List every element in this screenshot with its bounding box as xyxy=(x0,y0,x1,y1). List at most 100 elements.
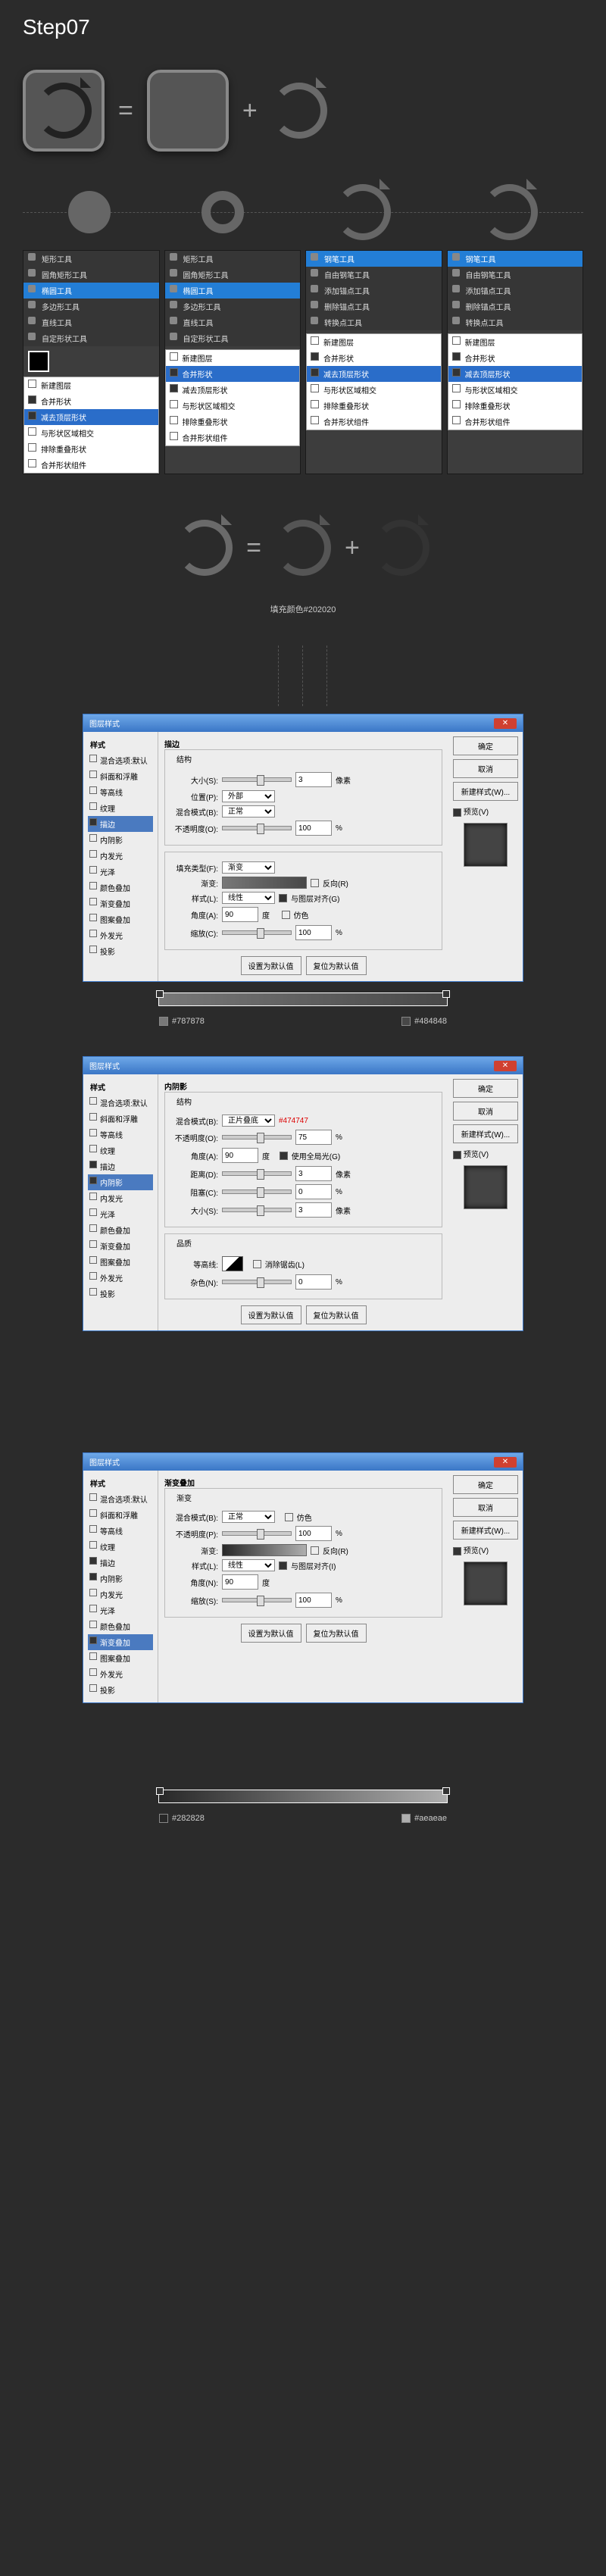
sidebar-item[interactable]: 渐变叠加 xyxy=(88,896,153,911)
dither-checkbox[interactable] xyxy=(282,911,290,919)
sidebar-item[interactable]: 颜色叠加 xyxy=(88,880,153,896)
sidebar-item[interactable]: 外发光 xyxy=(88,1270,153,1286)
close-icon[interactable]: ✕ xyxy=(494,1061,517,1071)
new-style-button[interactable]: 新建样式(W)... xyxy=(453,1521,518,1540)
sidebar-item[interactable]: 内发光 xyxy=(88,848,153,864)
opacity-slider[interactable] xyxy=(222,826,292,830)
preview-checkbox[interactable] xyxy=(453,1151,461,1159)
tool-item[interactable]: 转换点工具 xyxy=(306,314,442,330)
tool-item[interactable]: 矩形工具 xyxy=(165,251,301,267)
sidebar-item[interactable]: 投影 xyxy=(88,943,153,959)
reset-default-button[interactable]: 复位为默认值 xyxy=(306,1305,367,1324)
menu-item[interactable]: 与形状区域相交 xyxy=(24,425,158,441)
tool-item[interactable]: 钢笔工具 xyxy=(448,251,583,267)
menu-item[interactable]: 减去顶层形状 xyxy=(24,409,158,425)
sidebar-item[interactable]: 混合选项:默认 xyxy=(88,1095,153,1111)
sidebar-item[interactable]: 投影 xyxy=(88,1682,153,1698)
tool-item[interactable]: 矩形工具 xyxy=(23,251,159,267)
tool-item[interactable]: 添加锚点工具 xyxy=(306,283,442,299)
blend-select[interactable]: 正常 xyxy=(222,805,275,818)
sidebar-item[interactable]: 渐变叠加 xyxy=(88,1238,153,1254)
sidebar-item[interactable]: 光泽 xyxy=(88,1602,153,1618)
tool-item[interactable]: 多边形工具 xyxy=(23,299,159,314)
size-input[interactable] xyxy=(295,1202,332,1218)
tool-item[interactable]: 自由钢笔工具 xyxy=(306,267,442,283)
sidebar-item[interactable]: 渐变叠加 xyxy=(88,1634,153,1650)
spread-input[interactable] xyxy=(295,1184,332,1199)
tool-item[interactable]: 直线工具 xyxy=(165,314,301,330)
menu-item[interactable]: 合并形状组件 xyxy=(24,457,158,473)
cancel-button[interactable]: 取消 xyxy=(453,759,518,778)
opacity-slider[interactable] xyxy=(222,1531,292,1536)
sidebar-item[interactable]: 外发光 xyxy=(88,1666,153,1682)
scale-input[interactable] xyxy=(295,1593,332,1608)
scale-slider[interactable] xyxy=(222,1598,292,1602)
tool-item[interactable]: 自由钢笔工具 xyxy=(448,267,583,283)
menu-item[interactable]: 合并形状 xyxy=(24,393,158,409)
ok-button[interactable]: 确定 xyxy=(453,1475,518,1494)
tool-item[interactable]: 添加锚点工具 xyxy=(448,283,583,299)
menu-item[interactable]: 减去顶层形状 xyxy=(166,382,300,398)
set-default-button[interactable]: 设置为默认值 xyxy=(241,956,301,975)
opacity-slider[interactable] xyxy=(222,1135,292,1140)
scale-slider[interactable] xyxy=(222,930,292,935)
menu-item[interactable]: 新建图层 xyxy=(24,377,158,393)
dialog-titlebar[interactable]: 图层样式✕ xyxy=(83,714,523,732)
sidebar-item[interactable]: 光泽 xyxy=(88,864,153,880)
tool-item[interactable]: 转换点工具 xyxy=(448,314,583,330)
sidebar-item[interactable]: 纹理 xyxy=(88,1143,153,1158)
sidebar-item[interactable]: 颜色叠加 xyxy=(88,1222,153,1238)
menu-item[interactable]: 排除重叠形状 xyxy=(448,398,583,414)
sidebar-item[interactable]: 光泽 xyxy=(88,1206,153,1222)
menu-item[interactable]: 排除重叠形状 xyxy=(24,441,158,457)
sidebar-item[interactable]: 内阴影 xyxy=(88,832,153,848)
menu-item[interactable]: 减去顶层形状 xyxy=(448,366,583,382)
sidebar-item[interactable]: 描边 xyxy=(88,1158,153,1174)
sidebar-item[interactable]: 图案叠加 xyxy=(88,1650,153,1666)
preview-checkbox[interactable] xyxy=(453,1547,461,1555)
menu-item[interactable]: 与形状区域相交 xyxy=(166,398,300,414)
sidebar-item[interactable]: 描边 xyxy=(88,816,153,832)
new-style-button[interactable]: 新建样式(W)... xyxy=(453,782,518,801)
sidebar-item[interactable]: 内发光 xyxy=(88,1587,153,1602)
menu-item[interactable]: 新建图层 xyxy=(448,334,583,350)
tool-item[interactable]: 圆角矩形工具 xyxy=(165,267,301,283)
tool-item[interactable]: 钢笔工具 xyxy=(306,251,442,267)
scale-input[interactable] xyxy=(295,925,332,940)
dialog-titlebar[interactable]: 图层样式✕ xyxy=(83,1057,523,1074)
tool-item[interactable]: 椭圆工具 xyxy=(23,283,159,299)
sidebar-item[interactable]: 图案叠加 xyxy=(88,1254,153,1270)
reverse-checkbox[interactable] xyxy=(311,879,319,887)
menu-item[interactable]: 新建图层 xyxy=(166,350,300,366)
noise-slider[interactable] xyxy=(222,1280,292,1284)
sidebar-item[interactable]: 纹理 xyxy=(88,1539,153,1555)
sidebar-item[interactable]: 内发光 xyxy=(88,1190,153,1206)
style-select[interactable]: 线性 xyxy=(222,1559,275,1571)
distance-slider[interactable] xyxy=(222,1171,292,1176)
tool-item[interactable]: 椭圆工具 xyxy=(165,283,301,299)
sidebar-item[interactable]: 纹理 xyxy=(88,800,153,816)
angle-input[interactable] xyxy=(222,1148,258,1163)
sidebar-item[interactable]: 混合选项:默认 xyxy=(88,1491,153,1507)
cancel-button[interactable]: 取消 xyxy=(453,1498,518,1517)
menu-item[interactable]: 合并形状 xyxy=(307,350,441,366)
dither-checkbox[interactable] xyxy=(285,1513,293,1521)
angle-input[interactable] xyxy=(222,1574,258,1590)
sidebar-item[interactable]: 描边 xyxy=(88,1555,153,1571)
opacity-input[interactable] xyxy=(295,1526,332,1541)
new-style-button[interactable]: 新建样式(W)... xyxy=(453,1124,518,1143)
menu-item[interactable]: 合并形状组件 xyxy=(307,414,441,430)
tool-item[interactable]: 圆角矩形工具 xyxy=(23,267,159,283)
sidebar-item[interactable]: 颜色叠加 xyxy=(88,1618,153,1634)
menu-item[interactable]: 合并形状组件 xyxy=(448,414,583,430)
cancel-button[interactable]: 取消 xyxy=(453,1102,518,1121)
spread-slider[interactable] xyxy=(222,1190,292,1194)
menu-item[interactable]: 排除重叠形状 xyxy=(166,414,300,430)
sidebar-item[interactable]: 外发光 xyxy=(88,927,153,943)
filltype-select[interactable]: 渐变 xyxy=(222,861,275,874)
menu-item[interactable]: 与形状区域相交 xyxy=(307,382,441,398)
set-default-button[interactable]: 设置为默认值 xyxy=(241,1624,301,1643)
position-select[interactable]: 外部 xyxy=(222,790,275,802)
ok-button[interactable]: 确定 xyxy=(453,736,518,755)
opacity-input[interactable] xyxy=(295,1130,332,1145)
